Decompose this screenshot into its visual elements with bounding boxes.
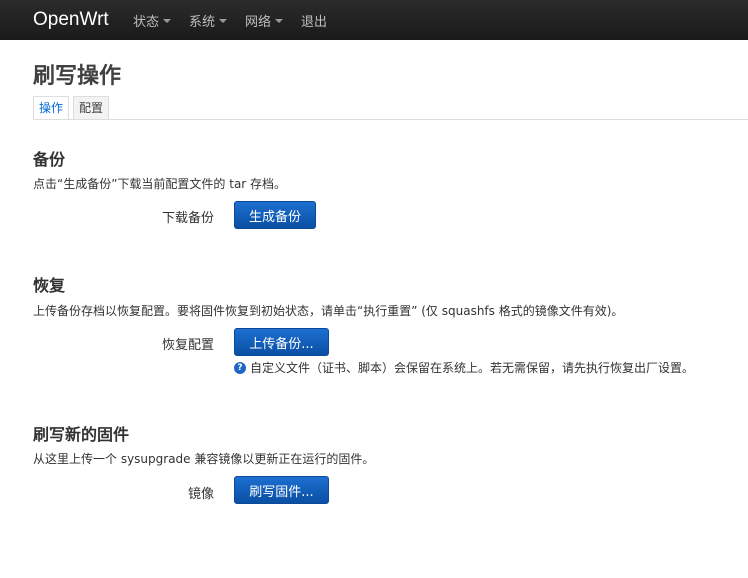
question-circle-icon: ? [234, 361, 246, 374]
caret-down-icon [163, 19, 172, 23]
menu-logout-label: 退出 [301, 14, 328, 30]
menu-network-label: 网络 [245, 14, 272, 30]
main-menu: 状态 系统 网络 退出 [133, 11, 345, 30]
tab-actions[interactable]: 操作 [33, 96, 70, 120]
restore-hint: ? 自定义文件（证书、脚本）会保留在系统上。若无需保留，请先执行恢复出厂设置。 [234, 359, 694, 376]
flash-firmware-button[interactable]: 刷写固件... [234, 476, 329, 504]
tab-configuration[interactable]: 配置 [73, 96, 110, 120]
upload-backup-button[interactable]: 上传备份... [234, 328, 329, 356]
flash-title: 刷写新的固件 [33, 425, 130, 444]
menu-logout[interactable]: 退出 [301, 11, 327, 30]
generate-backup-button[interactable]: 生成备份 [234, 201, 316, 229]
menu-status-label: 状态 [133, 14, 160, 30]
page-title: 刷写操作 [33, 64, 122, 89]
brand-logo[interactable]: OpenWrt [0, 9, 133, 31]
caret-down-icon [219, 19, 228, 23]
restore-hint-text: 自定义文件（证书、脚本）会保留在系统上。若无需保留，请先执行恢复出厂设置。 [250, 361, 695, 375]
menu-network[interactable]: 网络 [245, 11, 284, 30]
tab-bar: 操作 配置 [33, 96, 113, 120]
caret-down-icon [275, 19, 284, 23]
flash-field-label: 镜像 [187, 487, 214, 502]
backup-field-label: 下载备份 [161, 211, 214, 226]
backup-description: 点击“生成备份”下载当前配置文件的 tar 存档。 [33, 177, 287, 191]
menu-system[interactable]: 系统 [189, 11, 228, 30]
restore-field-label: 恢复配置 [161, 338, 214, 353]
menu-status[interactable]: 状态 [133, 11, 172, 30]
menu-system-label: 系统 [189, 14, 216, 30]
flash-description: 从这里上传一个 sysupgrade 兼容镜像以更新正在运行的固件。 [33, 452, 375, 466]
restore-description: 上传备份存档以恢复配置。要将固件恢复到初始状态，请单击“执行重置” (仅 squ… [33, 304, 624, 318]
tab-divider [33, 119, 748, 120]
backup-title: 备份 [33, 150, 66, 169]
top-navbar: OpenWrt 状态 系统 网络 退出 [0, 0, 748, 40]
restore-title: 恢复 [33, 276, 66, 295]
